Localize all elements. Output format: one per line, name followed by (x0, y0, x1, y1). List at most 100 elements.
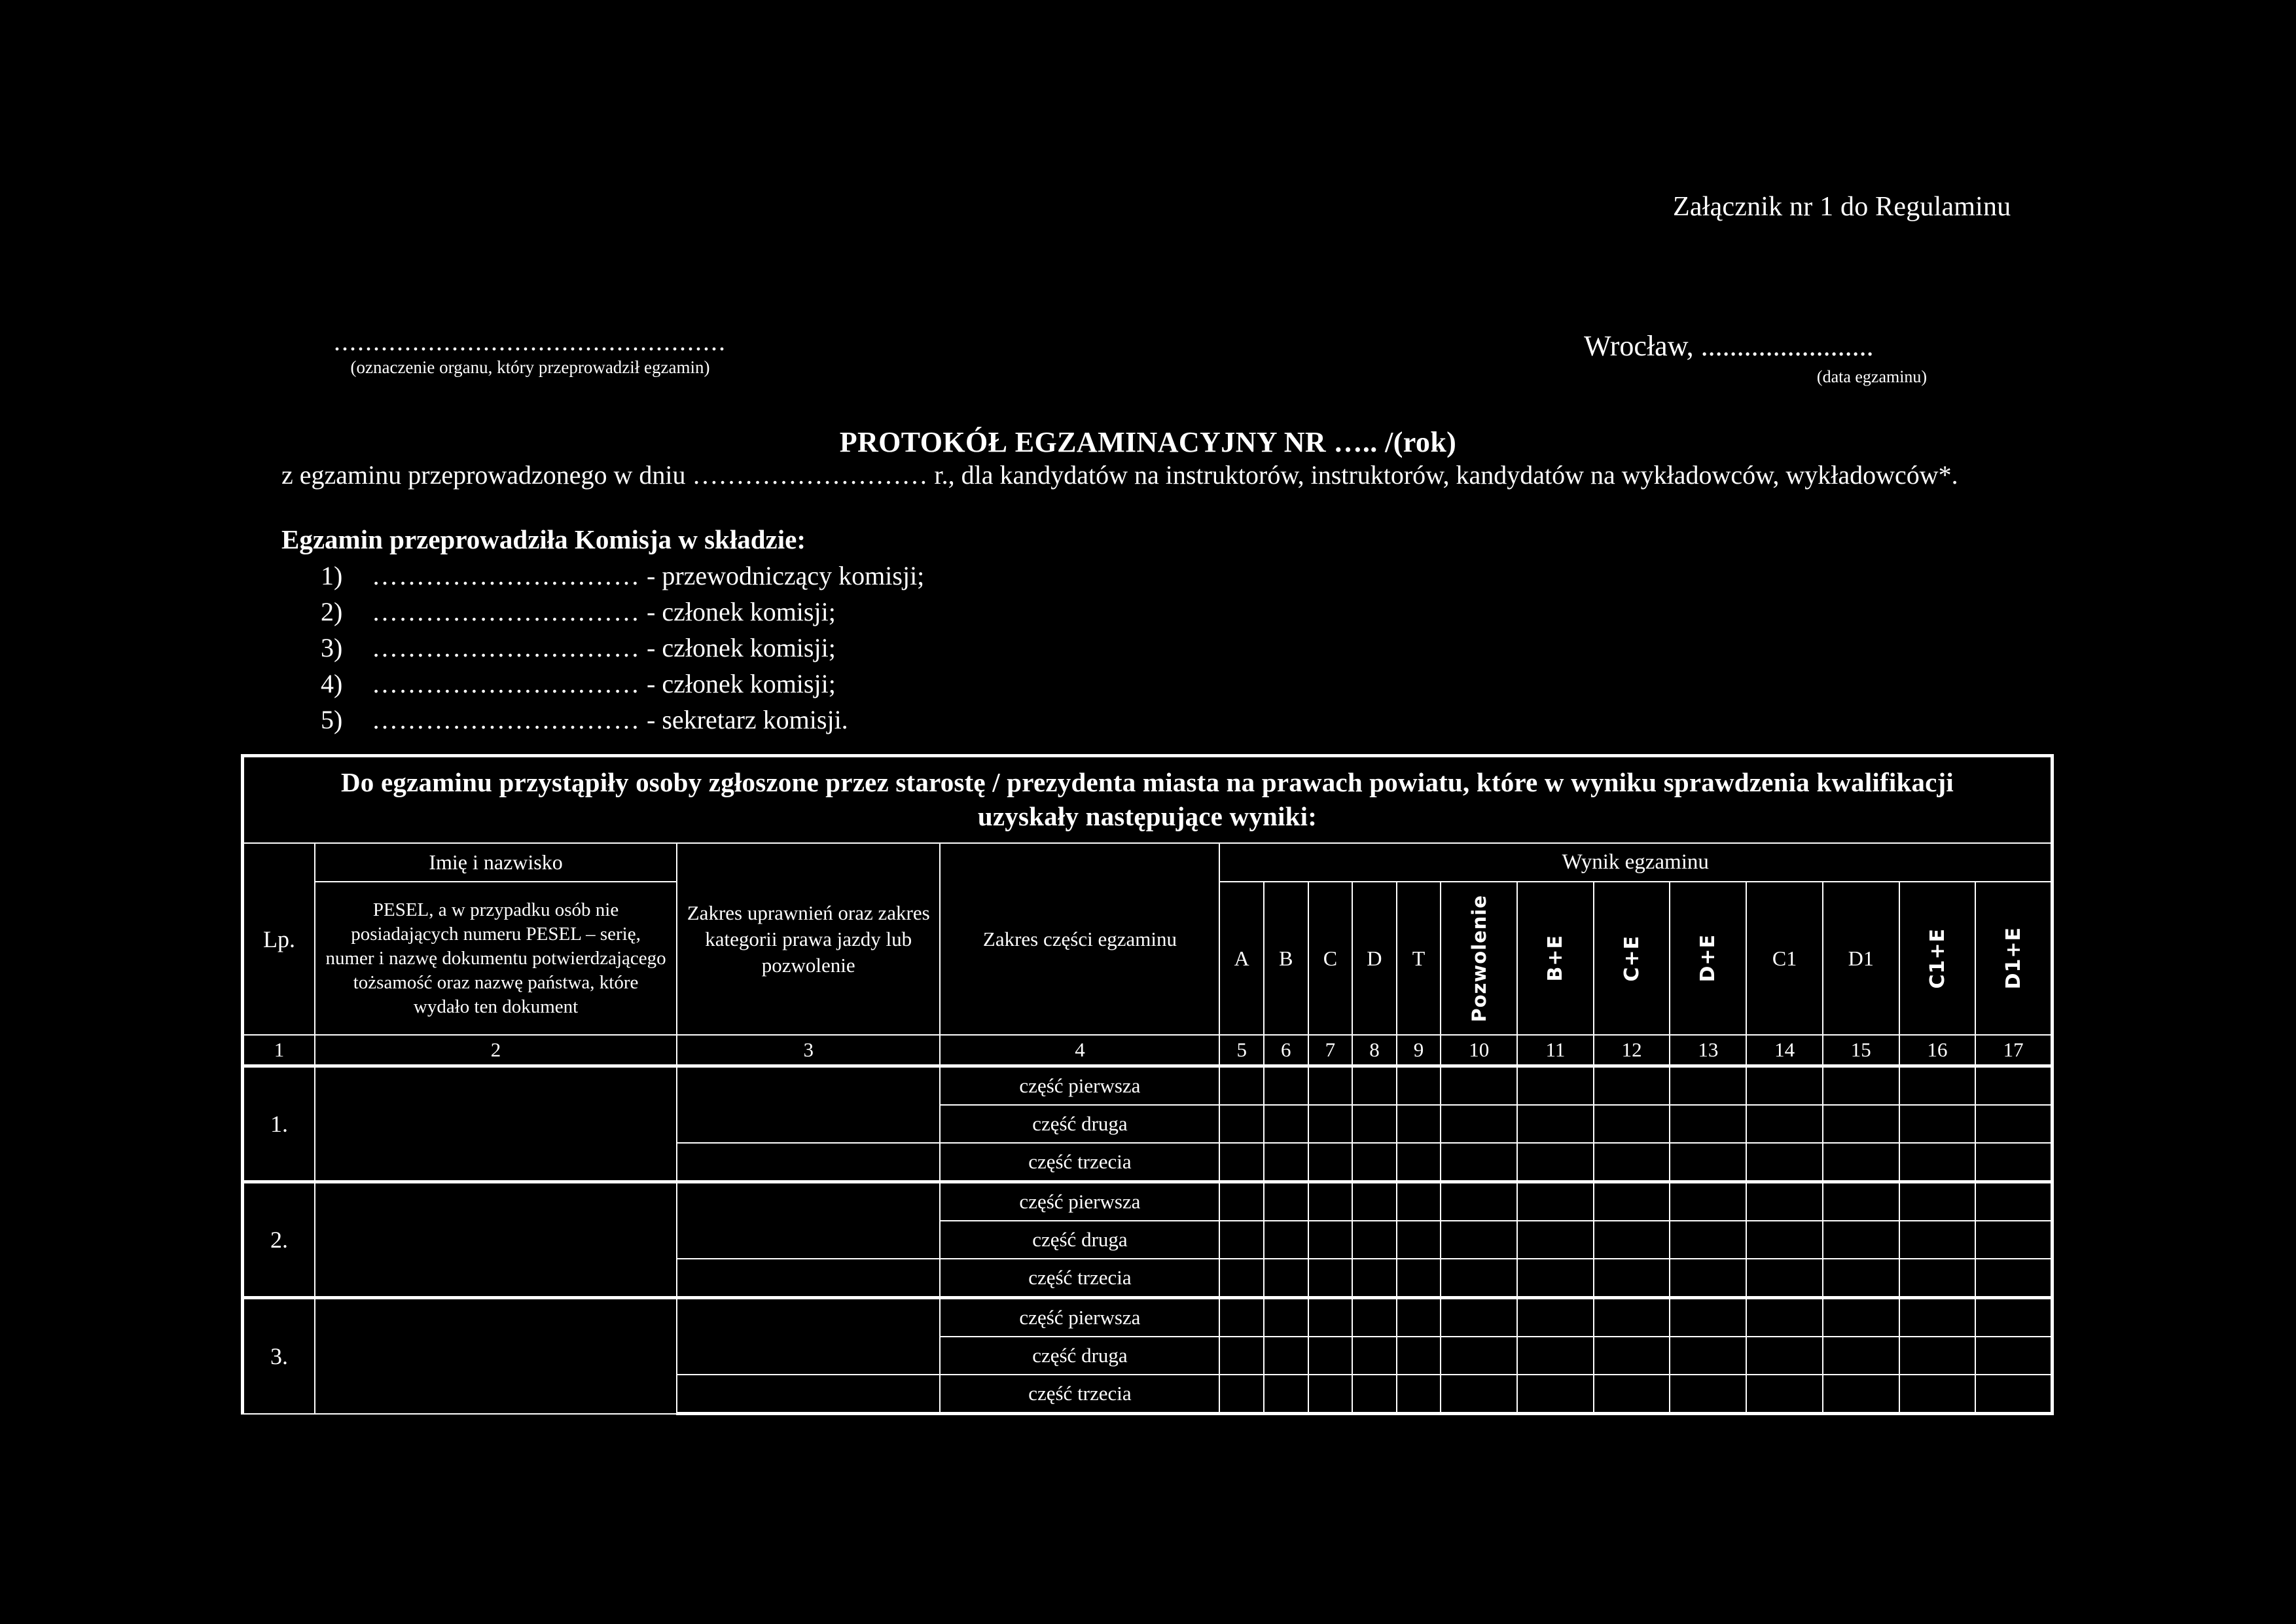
result-cell-a[interactable] (1219, 1104, 1265, 1144)
result-cell-pozwolenie[interactable] (1440, 1142, 1518, 1183)
result-cell-c[interactable] (1307, 1296, 1354, 1337)
result-cell-d1e[interactable] (1975, 1374, 2054, 1415)
result-cell-c1[interactable] (1746, 1142, 1823, 1183)
result-cell-c[interactable] (1307, 1336, 1354, 1375)
result-cell-d1e[interactable] (1975, 1296, 2054, 1337)
row-pesel-input[interactable] (314, 1296, 678, 1415)
result-cell-ce[interactable] (1592, 1220, 1671, 1259)
result-cell-d1e[interactable] (1975, 1258, 2054, 1299)
result-cell-b[interactable] (1263, 1296, 1309, 1337)
result-cell-be[interactable] (1516, 1220, 1594, 1259)
result-cell-b[interactable] (1263, 1258, 1309, 1299)
result-cell-t[interactable] (1395, 1064, 1442, 1106)
result-cell-c1[interactable] (1746, 1180, 1823, 1221)
result-cell-c1[interactable] (1746, 1104, 1823, 1144)
result-cell-c1e[interactable] (1898, 1142, 1977, 1183)
result-cell-d1[interactable] (1821, 1142, 1900, 1183)
result-cell-a[interactable] (1219, 1142, 1265, 1183)
result-cell-be[interactable] (1516, 1104, 1594, 1144)
result-cell-d1[interactable] (1821, 1258, 1900, 1299)
row-scope-input[interactable] (676, 1296, 941, 1375)
result-cell-d[interactable] (1352, 1220, 1397, 1259)
result-cell-pozwolenie[interactable] (1440, 1258, 1518, 1299)
result-cell-d1[interactable] (1821, 1336, 1900, 1375)
result-cell-b[interactable] (1263, 1142, 1309, 1183)
result-cell-a[interactable] (1219, 1064, 1265, 1106)
result-cell-c[interactable] (1307, 1258, 1354, 1299)
result-cell-c1e[interactable] (1898, 1104, 1977, 1144)
result-cell-t[interactable] (1395, 1296, 1442, 1337)
result-cell-c[interactable] (1307, 1142, 1354, 1183)
result-cell-d[interactable] (1352, 1374, 1397, 1415)
result-cell-c1e[interactable] (1898, 1220, 1977, 1259)
result-cell-pozwolenie[interactable] (1440, 1220, 1518, 1259)
result-cell-d1e[interactable] (1975, 1220, 2054, 1259)
result-cell-d1e[interactable] (1975, 1104, 2054, 1144)
result-cell-ce[interactable] (1592, 1064, 1671, 1106)
result-cell-c[interactable] (1307, 1064, 1354, 1106)
result-cell-d[interactable] (1352, 1296, 1397, 1337)
result-cell-be[interactable] (1516, 1142, 1594, 1183)
result-cell-b[interactable] (1263, 1180, 1309, 1221)
result-cell-pozwolenie[interactable] (1440, 1104, 1518, 1144)
result-cell-ce[interactable] (1592, 1180, 1671, 1221)
result-cell-c1[interactable] (1746, 1336, 1823, 1375)
result-cell-d1e[interactable] (1975, 1180, 2054, 1221)
row-scope-input[interactable] (676, 1142, 941, 1183)
result-cell-be[interactable] (1516, 1180, 1594, 1221)
result-cell-ce[interactable] (1592, 1336, 1671, 1375)
result-cell-d1[interactable] (1821, 1180, 1900, 1221)
result-cell-de[interactable] (1669, 1142, 1748, 1183)
row-pesel-input[interactable] (314, 1180, 678, 1299)
result-cell-c1e[interactable] (1898, 1336, 1977, 1375)
result-cell-be[interactable] (1516, 1258, 1594, 1299)
result-cell-c1e[interactable] (1898, 1296, 1977, 1337)
result-cell-c[interactable] (1307, 1180, 1354, 1221)
result-cell-c[interactable] (1307, 1374, 1354, 1415)
result-cell-de[interactable] (1669, 1180, 1748, 1221)
result-cell-a[interactable] (1219, 1374, 1265, 1415)
result-cell-a[interactable] (1219, 1258, 1265, 1299)
result-cell-d[interactable] (1352, 1336, 1397, 1375)
result-cell-c1[interactable] (1746, 1258, 1823, 1299)
result-cell-b[interactable] (1263, 1064, 1309, 1106)
result-cell-c1[interactable] (1746, 1220, 1823, 1259)
row-scope-input[interactable] (676, 1180, 941, 1259)
result-cell-d1[interactable] (1821, 1220, 1900, 1259)
result-cell-t[interactable] (1395, 1104, 1442, 1144)
result-cell-de[interactable] (1669, 1336, 1748, 1375)
result-cell-t[interactable] (1395, 1258, 1442, 1299)
result-cell-de[interactable] (1669, 1220, 1748, 1259)
result-cell-pozwolenie[interactable] (1440, 1296, 1518, 1337)
result-cell-c[interactable] (1307, 1220, 1354, 1259)
result-cell-a[interactable] (1219, 1336, 1265, 1375)
result-cell-be[interactable] (1516, 1336, 1594, 1375)
result-cell-b[interactable] (1263, 1336, 1309, 1375)
result-cell-ce[interactable] (1592, 1104, 1671, 1144)
result-cell-be[interactable] (1516, 1374, 1594, 1415)
result-cell-d[interactable] (1352, 1142, 1397, 1183)
result-cell-c1[interactable] (1746, 1374, 1823, 1415)
result-cell-c1[interactable] (1746, 1296, 1823, 1337)
result-cell-d1[interactable] (1821, 1296, 1900, 1337)
result-cell-ce[interactable] (1592, 1374, 1671, 1415)
result-cell-d1[interactable] (1821, 1104, 1900, 1144)
result-cell-t[interactable] (1395, 1374, 1442, 1415)
row-scope-input[interactable] (676, 1258, 941, 1299)
result-cell-d[interactable] (1352, 1258, 1397, 1299)
result-cell-d1e[interactable] (1975, 1336, 2054, 1375)
result-cell-ce[interactable] (1592, 1142, 1671, 1183)
result-cell-c1e[interactable] (1898, 1064, 1977, 1106)
result-cell-pozwolenie[interactable] (1440, 1064, 1518, 1106)
result-cell-d1[interactable] (1821, 1374, 1900, 1415)
result-cell-d[interactable] (1352, 1064, 1397, 1106)
result-cell-pozwolenie[interactable] (1440, 1180, 1518, 1221)
row-scope-input[interactable] (676, 1374, 941, 1415)
result-cell-be[interactable] (1516, 1064, 1594, 1106)
result-cell-ce[interactable] (1592, 1296, 1671, 1337)
result-cell-c1e[interactable] (1898, 1258, 1977, 1299)
result-cell-pozwolenie[interactable] (1440, 1336, 1518, 1375)
result-cell-de[interactable] (1669, 1258, 1748, 1299)
result-cell-b[interactable] (1263, 1104, 1309, 1144)
result-cell-d1e[interactable] (1975, 1064, 2054, 1106)
